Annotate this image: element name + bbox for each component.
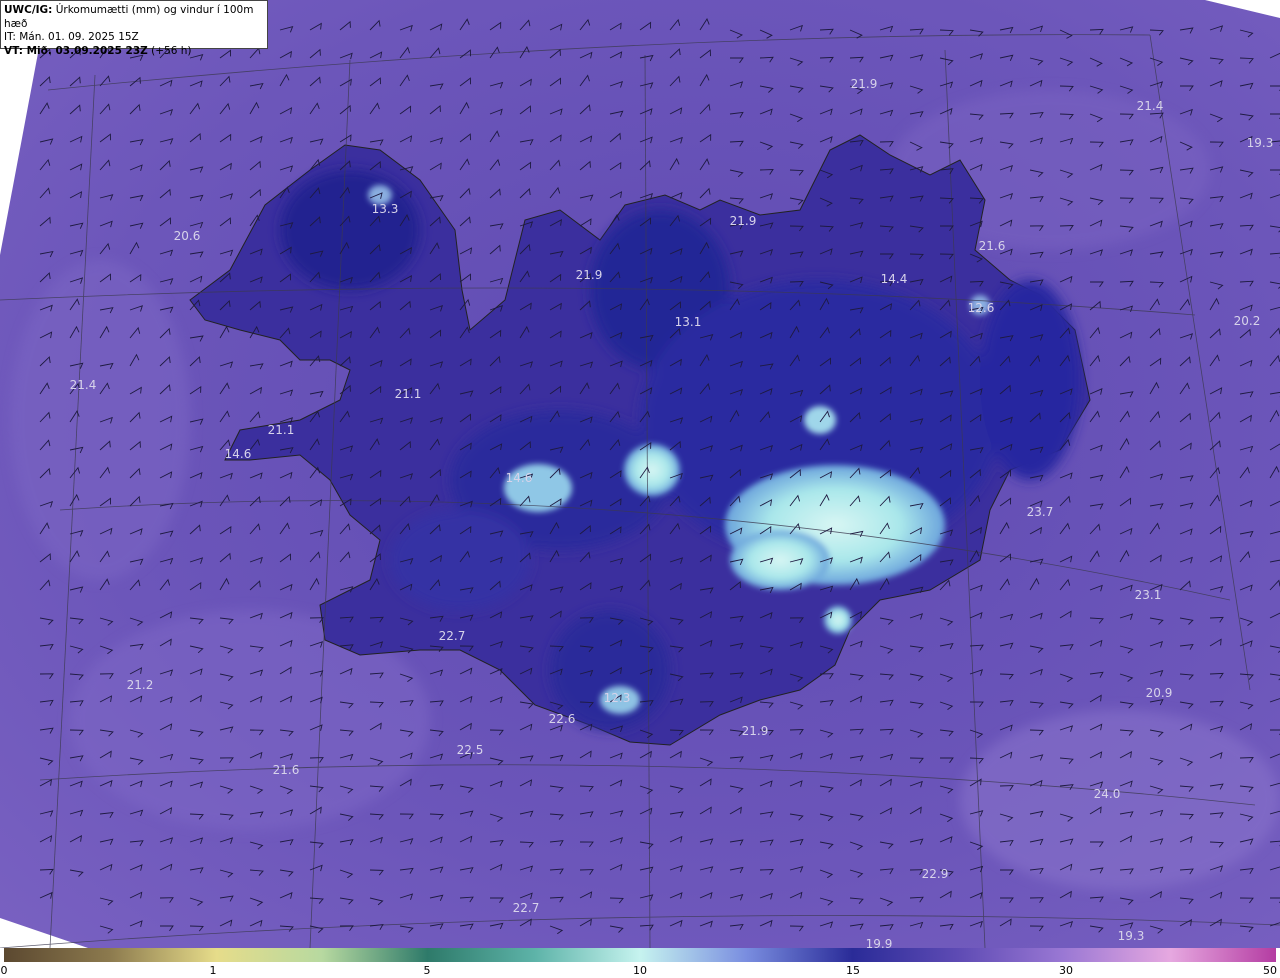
colorbar-tick: 30 (1059, 964, 1073, 977)
value-label: 13.3 (371, 202, 399, 216)
colorbar-tick: 50 (1263, 964, 1277, 977)
colorbar-tick: 1 (209, 964, 217, 977)
value-label: 24.0 (1093, 787, 1121, 801)
value-label: 21.2 (126, 678, 154, 692)
header-title: UWC/IG: Úrkomumætti (mm) og vindur í 100… (4, 4, 254, 30)
value-label: 21.4 (1136, 99, 1164, 113)
value-label: 22.9 (921, 867, 949, 881)
value-label: 13.1 (674, 315, 702, 329)
value-label: 22.6 (548, 712, 576, 726)
colorbar-tick: 0 (0, 964, 8, 977)
value-label: 21.4 (69, 378, 97, 392)
value-label: 14.6 (224, 447, 252, 461)
value-label: 21.1 (267, 423, 295, 437)
value-label: 22.7 (438, 629, 466, 643)
value-label: 22.5 (456, 743, 484, 757)
value-label: 19.9 (865, 937, 893, 948)
value-label: 22.7 (512, 901, 540, 915)
value-label: 14.6 (505, 471, 533, 485)
value-label: 23.7 (1026, 505, 1054, 519)
colorbar-tick: 15 (846, 964, 860, 977)
value-label: 20.9 (1145, 686, 1173, 700)
colorbar-tick: 10 (633, 964, 647, 977)
value-label: 23.1 (1134, 588, 1162, 602)
colorbar-strip (4, 948, 1276, 962)
colorbar: 0 1 5 10 15 30 50 (0, 948, 1280, 978)
value-label: 21.9 (850, 77, 878, 91)
header-valid-time: VT: Mið. 03.09.2025 23Z (+56 h) (4, 44, 192, 57)
map-canvas (0, 0, 1280, 948)
value-label: 19.3 (1117, 929, 1145, 943)
value-label: 12.6 (967, 301, 995, 315)
value-label: 20.6 (173, 229, 201, 243)
map-header: UWC/IG: Úrkomumætti (mm) og vindur í 100… (0, 0, 268, 57)
value-label: 14.4 (880, 272, 908, 286)
value-label: 12.3 (603, 691, 631, 705)
forecast-map: 21.9 21.4 19.3 13.3 20.6 21.9 21.9 21.6 … (0, 0, 1280, 948)
value-label: 21.1 (394, 387, 422, 401)
value-label: 21.9 (741, 724, 769, 738)
colorbar-tick: 5 (423, 964, 431, 977)
value-label: 21.9 (575, 268, 603, 282)
value-label: 21.6 (978, 239, 1006, 253)
value-label: 20.2 (1233, 314, 1261, 328)
header-init-time: IT: Mán. 01. 09. 2025 15Z (4, 31, 139, 43)
value-label: 21.9 (729, 214, 757, 228)
value-label: 19.3 (1246, 136, 1274, 150)
value-label: 21.6 (272, 763, 300, 777)
